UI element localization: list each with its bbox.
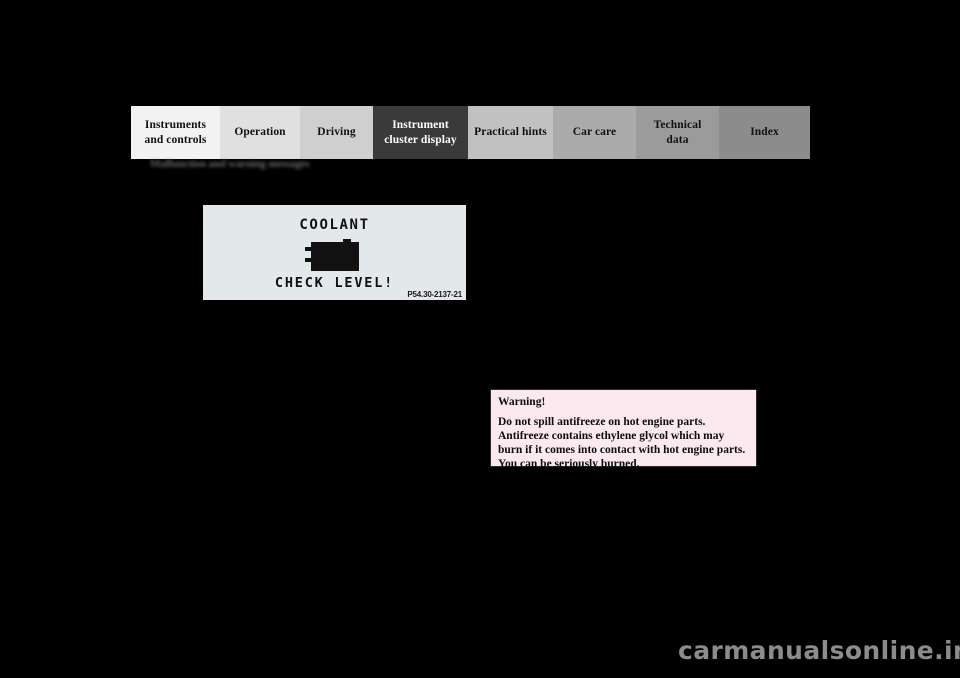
tab-label-line1: Technical [653,119,702,132]
lcd-screen: COOLANT CHECK LEVEL! [203,205,466,300]
tab-label-line1: Car care [572,126,617,139]
tab-practical-hints[interactable]: Practical hints [468,106,553,159]
tab-driving[interactable]: Driving [300,106,373,159]
tab-label-line1: Operation [234,126,286,139]
tab-label-line2: cluster display [384,133,457,146]
figure-caption: P54.30-2137-21 [407,290,462,299]
warning-body: Do not spill antifreeze on hot engine pa… [498,416,746,471]
section-tab-bar: Instruments and controls Operation Drivi… [131,106,830,159]
instrument-cluster-display-figure: COOLANT CHECK LEVEL! P54.30-2137-21 [203,205,466,300]
lcd-top-text: COOLANT [299,217,370,233]
warning-box: Warning! Do not spill antifreeze on hot … [490,389,757,470]
lcd-bottom-text: CHECK LEVEL! [274,275,395,291]
tab-label-line1: Instrument [392,119,449,132]
section-heading: Malfunction and warning messages [150,158,310,170]
tab-operation[interactable]: Operation [220,106,300,159]
tab-technical-data[interactable]: Technical data [636,106,719,159]
tab-label-line1: Practical hints [474,126,547,139]
warning-title: Warning! [498,396,546,408]
tab-label-line1: Instruments [144,119,207,132]
tab-instrument-cluster-display[interactable]: Instrument cluster display [373,106,468,159]
tab-index[interactable]: Index [719,106,810,159]
tab-instruments-and-controls[interactable]: Instruments and controls [131,106,220,159]
coolant-reservoir-icon [305,239,365,274]
tab-label-line2: and controls [144,133,207,146]
site-watermark: carmanualsonline.info [678,636,960,665]
tab-label-line2: data [666,133,689,146]
tab-label-line1: Index [750,126,779,139]
tab-label-line1: Driving [317,126,356,139]
tab-car-care[interactable]: Car care [553,106,636,159]
